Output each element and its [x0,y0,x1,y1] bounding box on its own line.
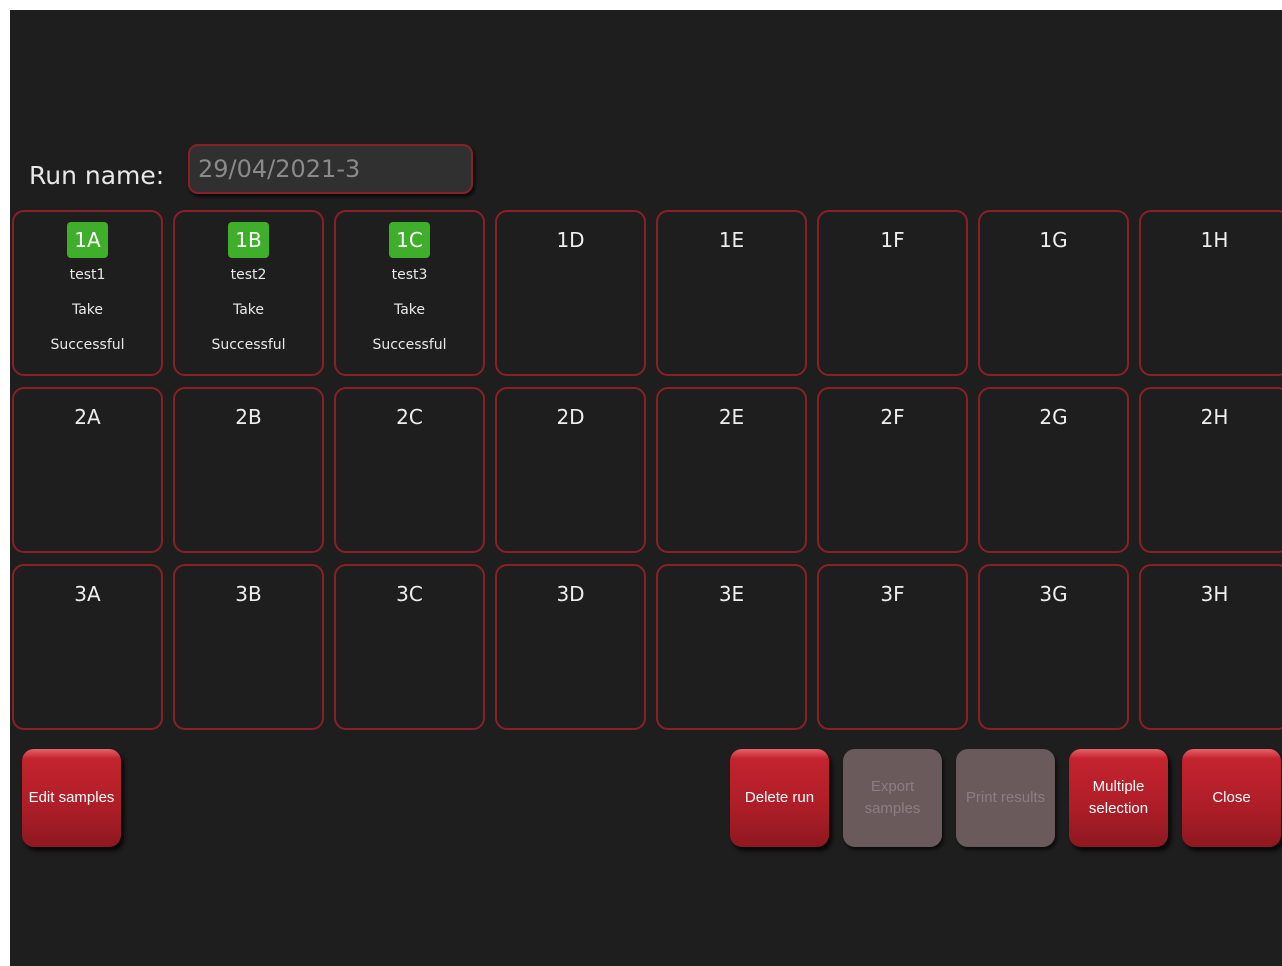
well-id-label: 1D [556,228,585,252]
well-id-label: 1G [1039,228,1068,252]
well-id-label: 1H [1200,228,1229,252]
well-id-label: 3C [396,582,423,606]
well-1d[interactable]: 1D [495,210,646,376]
well-detail-line: test3 [391,267,428,283]
well-id-label: 2F [880,405,905,429]
well-details: test1 Take Successful [14,258,161,363]
well-detail-line: Successful [211,337,286,353]
well-2d[interactable]: 2D [495,387,646,553]
well-id-label: 2D [556,405,585,429]
well-3b[interactable]: 3B [173,564,324,730]
print-results-button[interactable]: Print results [956,749,1055,847]
well-2f[interactable]: 2F [817,387,968,553]
well-3h[interactable]: 3H [1139,564,1282,730]
close-button[interactable]: Close [1182,749,1281,847]
well-3d[interactable]: 3D [495,564,646,730]
well-id-label: 3H [1200,582,1229,606]
run-name-field[interactable]: 29/04/2021-3 [188,144,473,194]
well-id-label: 1F [880,228,905,252]
well-id-label: 3F [880,582,905,606]
well-1a[interactable]: 1A test1 Take Successful [12,210,163,376]
well-2g[interactable]: 2G [978,387,1129,553]
well-id-label: 3E [718,582,745,606]
well-1g[interactable]: 1G [978,210,1129,376]
well-id-label: 3D [556,582,585,606]
well-2e[interactable]: 2E [656,387,807,553]
well-1f[interactable]: 1F [817,210,968,376]
well-id-label: 2C [396,405,423,429]
well-detail-line: Take [393,302,426,318]
export-samples-label: Export samples [864,778,921,817]
run-view-window: Run name: 29/04/2021-3 1A test1 Take Succes… [10,10,1282,966]
well-1e[interactable]: 1E [656,210,807,376]
edit-samples-label: Edit samples [28,789,115,806]
well-id-label: 2H [1200,405,1229,429]
well-2h[interactable]: 2H [1139,387,1282,553]
run-name-label: Run name: [29,161,165,190]
well-1b[interactable]: 1B test2 Take Successful [173,210,324,376]
well-id-label: 3B [235,582,262,606]
well-detail-line: Successful [50,337,125,353]
well-detail-line: Take [232,302,265,318]
close-label: Close [1212,789,1251,806]
print-results-label: Print results [965,789,1046,806]
well-2c[interactable]: 2C [334,387,485,553]
well-id-label: 1A [67,222,108,258]
delete-run-label: Delete run [744,789,815,806]
edit-samples-button[interactable]: Edit samples [22,749,121,847]
well-detail-line: test2 [230,267,267,283]
well-id-label: 2B [235,405,262,429]
multiple-selection-label: Multiple selection [1088,778,1149,817]
well-detail-line: Successful [372,337,447,353]
multiple-selection-button[interactable]: Multiple selection [1069,749,1168,847]
well-id-label: 3A [74,582,101,606]
well-details: test3 Take Successful [336,258,483,363]
well-details: test2 Take Successful [175,258,322,363]
well-id-label: 1B [228,222,269,258]
well-id-label: 3G [1039,582,1068,606]
well-2a[interactable]: 2A [12,387,163,553]
well-3e[interactable]: 3E [656,564,807,730]
well-id-label: 2G [1039,405,1068,429]
well-detail-line: test1 [69,267,106,283]
well-3g[interactable]: 3G [978,564,1129,730]
well-id-label: 1E [718,228,745,252]
well-3a[interactable]: 3A [12,564,163,730]
delete-run-button[interactable]: Delete run [730,749,829,847]
well-3c[interactable]: 3C [334,564,485,730]
well-id-label: 2A [74,405,101,429]
export-samples-button[interactable]: Export samples [843,749,942,847]
well-id-label: 1C [389,222,430,258]
well-1h[interactable]: 1H [1139,210,1282,376]
well-id-label: 2E [718,405,745,429]
well-1c[interactable]: 1C test3 Take Successful [334,210,485,376]
well-3f[interactable]: 3F [817,564,968,730]
well-detail-line: Take [71,302,104,318]
well-2b[interactable]: 2B [173,387,324,553]
